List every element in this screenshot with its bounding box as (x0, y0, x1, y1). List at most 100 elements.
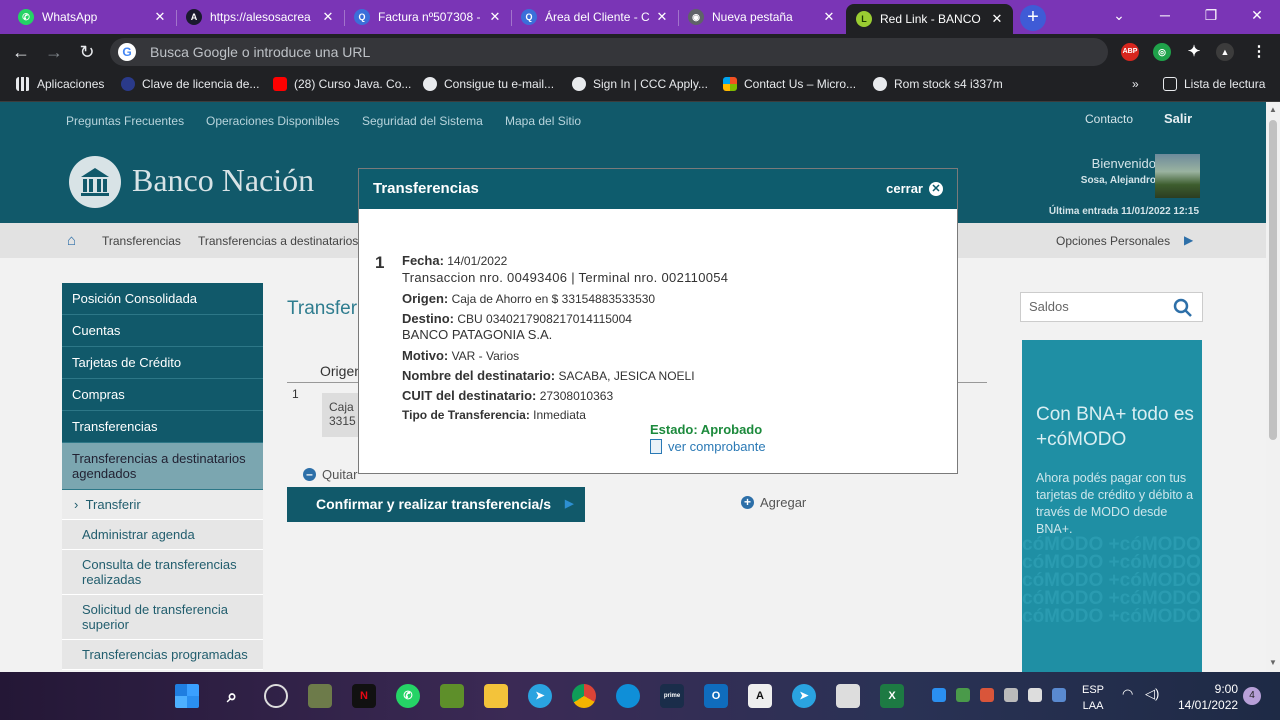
submenu-item-programadas[interactable]: Transferencias programadas (62, 640, 263, 670)
language-indicator[interactable]: ESP LAA (1082, 682, 1104, 714)
outlook-icon[interactable]: O (704, 684, 728, 708)
telegram-icon[interactable]: ➤ (528, 684, 552, 708)
tab-alesosacrea[interactable]: A https://alesosacrea ✕ (176, 0, 344, 34)
tray-icon[interactable] (956, 688, 970, 702)
bookmark-microsoft[interactable]: Contact Us – Micro... (723, 77, 856, 91)
tab-close-icon[interactable]: ✕ (819, 9, 839, 25)
menu-icon[interactable]: ⋮ (1250, 43, 1268, 61)
chevron-right-icon[interactable]: ▶ (1184, 233, 1193, 247)
breadcrumb-item[interactable]: Transferencias a destinatarios (198, 234, 358, 248)
chrome-icon[interactable] (572, 684, 596, 708)
edge-icon[interactable] (616, 684, 640, 708)
app-icon[interactable] (308, 684, 332, 708)
tray-icon[interactable] (1052, 688, 1066, 702)
restore-button[interactable]: ❐ (1188, 0, 1234, 32)
tray-icon[interactable] (980, 688, 994, 702)
link-operaciones[interactable]: Operaciones Disponibles (206, 114, 339, 128)
menu-item-tarjetas[interactable]: Tarjetas de Crédito (62, 347, 263, 379)
scrollbar-thumb[interactable] (1269, 120, 1277, 440)
tab-close-icon[interactable]: ✕ (652, 9, 672, 25)
tab-close-icon[interactable]: ✕ (318, 9, 338, 25)
adblock-icon[interactable]: ABP (1121, 43, 1139, 61)
back-icon[interactable]: ← (8, 40, 34, 66)
notification-badge[interactable]: 4 (1243, 687, 1261, 705)
bookmark-ccc[interactable]: Sign In | CCC Apply... (572, 77, 708, 91)
clock[interactable]: 9:00 14/01/2022 (1178, 681, 1238, 713)
add-button[interactable]: + Agregar (741, 495, 806, 510)
mail-icon[interactable] (836, 684, 860, 708)
tab-search-icon[interactable]: ⌄ (1096, 0, 1142, 32)
tab-area-cliente[interactable]: Q Área del Cliente - C ✕ (511, 0, 678, 34)
netflix-icon[interactable]: N (352, 684, 376, 708)
puzzle-icon[interactable]: ✦ (1185, 43, 1203, 61)
excel-icon[interactable]: X (880, 684, 904, 708)
link-faq[interactable]: Preguntas Frecuentes (66, 114, 184, 128)
key-icon (121, 77, 135, 91)
reload-icon[interactable]: ↻ (74, 40, 100, 66)
welcome-text: Bienvenido (1091, 156, 1156, 171)
scroll-up-icon[interactable]: ▲ (1269, 105, 1277, 114)
profile-icon[interactable]: ▲ (1216, 43, 1234, 61)
wifi-icon[interactable]: ◠ (1122, 686, 1133, 702)
tray-icon[interactable] (1028, 688, 1042, 702)
scroll-down-icon[interactable]: ▼ (1269, 658, 1277, 667)
breadcrumb-item[interactable]: Transferencias (102, 234, 181, 248)
search-icon[interactable] (1173, 298, 1193, 318)
link-mapa[interactable]: Mapa del Sitio (505, 114, 581, 128)
close-dialog-button[interactable]: cerrar ✕ (886, 181, 943, 196)
start-icon[interactable] (175, 684, 199, 708)
bookmark-rom[interactable]: Rom stock s4 i337m (873, 77, 1003, 91)
folder-icon[interactable] (484, 684, 508, 708)
submenu-item-agenda[interactable]: Administrar agenda (62, 520, 263, 550)
bookmark-curso-java[interactable]: (28) Curso Java. Co... (273, 77, 411, 91)
search-input[interactable]: Saldos (1020, 292, 1203, 322)
tab-nueva-pestana[interactable]: ◉ Nueva pestaña ✕ (678, 0, 845, 34)
menu-item-posicion[interactable]: Posición Consolidada (62, 283, 263, 315)
view-receipt-link[interactable]: ver comprobante (650, 439, 766, 454)
menu-item-transferencias[interactable]: Transferencias (62, 411, 263, 443)
app-icon[interactable] (440, 684, 464, 708)
page-scrollbar[interactable]: ▲ ▼ (1266, 102, 1280, 672)
bookmark-clave[interactable]: Clave de licencia de... (121, 77, 259, 91)
menu-item-destinatarios[interactable]: Transferencias a destinatarios agendados (62, 443, 263, 490)
tray-icon[interactable] (1004, 688, 1018, 702)
volume-icon[interactable]: ◁) (1145, 686, 1159, 702)
tab-factura[interactable]: Q Factura nº507308 - ✕ (344, 0, 511, 34)
link-contacto[interactable]: Contacto (1085, 112, 1133, 126)
promo-banner[interactable]: cóMODO +cóMODO cóMODO +cóMODO cóMODO +có… (1022, 340, 1202, 672)
telegram-icon[interactable]: ➤ (792, 684, 816, 708)
extension-green-icon[interactable]: ◎ (1153, 43, 1171, 61)
prime-video-icon[interactable]: prime (660, 684, 684, 708)
remove-button[interactable]: – Quitar (303, 467, 357, 482)
menu-item-compras[interactable]: Compras (62, 379, 263, 411)
whatsapp-icon[interactable]: ✆ (396, 684, 420, 708)
link-salir[interactable]: Salir (1164, 111, 1192, 126)
menu-item-cuentas[interactable]: Cuentas (62, 315, 263, 347)
personal-options[interactable]: Opciones Personales (1056, 234, 1170, 248)
search-icon[interactable]: ⌕ (220, 684, 244, 708)
bookmarks-overflow-icon[interactable]: » (1132, 77, 1139, 91)
tab-red-link[interactable]: L Red Link - BANCO ✕ (846, 4, 1013, 34)
close-window-button[interactable]: ✕ (1234, 0, 1280, 32)
tab-close-icon[interactable]: ✕ (150, 9, 170, 25)
tab-whatsapp[interactable]: ✆ WhatsApp ✕ (8, 0, 176, 34)
tab-close-icon[interactable]: ✕ (485, 9, 505, 25)
link-seguridad[interactable]: Seguridad del Sistema (362, 114, 483, 128)
avatar[interactable] (1155, 154, 1200, 198)
obs-icon[interactable] (264, 684, 288, 708)
bookmark-apps[interactable]: Aplicaciones (16, 77, 104, 91)
new-tab-button[interactable]: + (1020, 5, 1046, 31)
submenu-item-solicitud[interactable]: Solicitud de transferencia superior (62, 595, 263, 640)
bookmark-email[interactable]: Consigue tu e-mail... (423, 77, 554, 91)
minimize-button[interactable]: ─ (1142, 0, 1188, 32)
tray-icon[interactable] (932, 688, 946, 702)
a-icon[interactable]: A (748, 684, 772, 708)
confirm-transfer-button[interactable]: Confirmar y realizar transferencia/s ▶ (287, 487, 585, 522)
submenu-item-transferir[interactable]: › Transferir (62, 490, 263, 520)
forward-icon[interactable]: → (41, 40, 67, 66)
reading-list-button[interactable]: Lista de lectura (1163, 77, 1265, 91)
home-icon[interactable]: ⌂ (67, 232, 76, 249)
tab-close-icon[interactable]: ✕ (987, 11, 1007, 27)
submenu-item-consulta[interactable]: Consulta de transferencias realizadas (62, 550, 263, 595)
address-bar[interactable]: G Busca Google o introduce una URL (110, 38, 1108, 66)
